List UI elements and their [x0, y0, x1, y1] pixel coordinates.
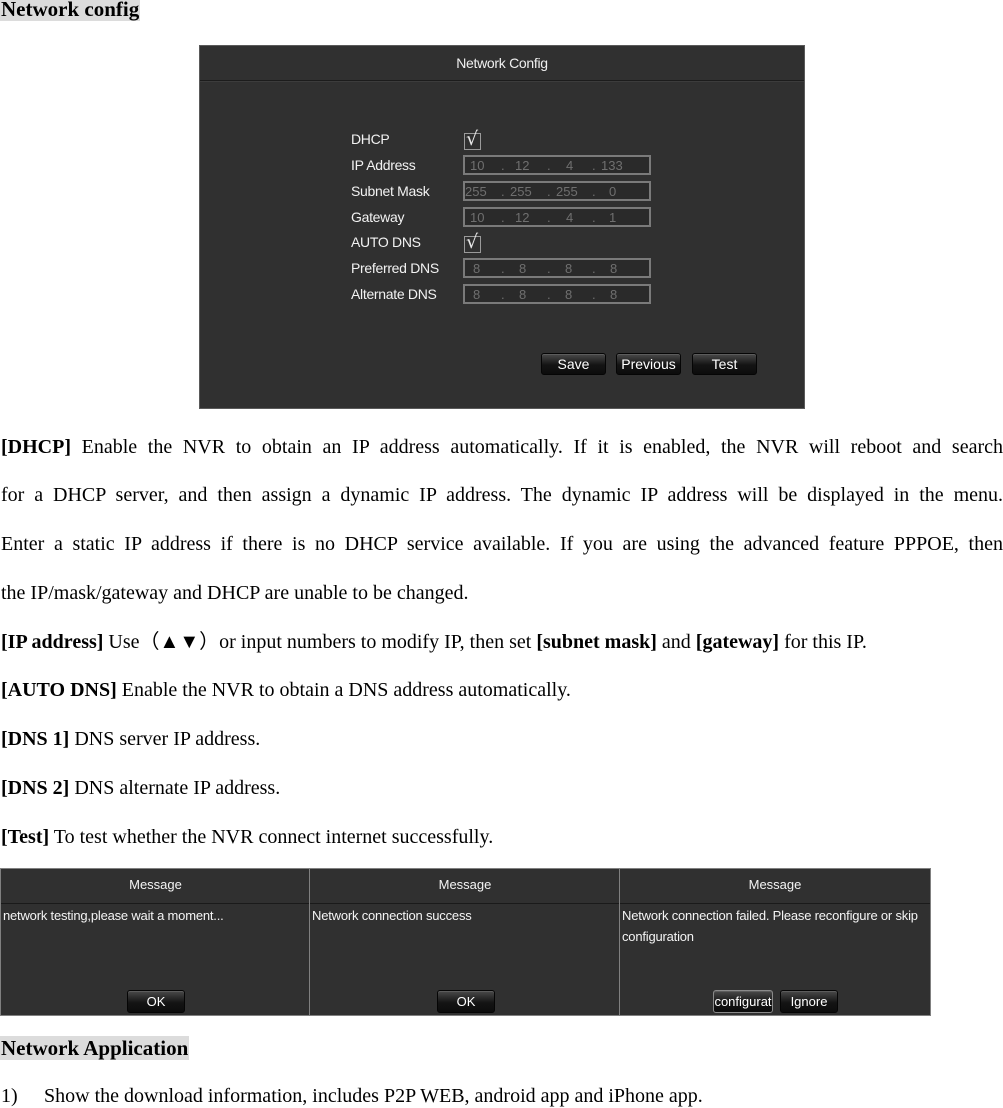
- dns1-octet-2: 8: [519, 261, 527, 276]
- gateway-input[interactable]: 10 . 12 . 4 . 1: [463, 207, 651, 227]
- separator: .: [501, 184, 505, 199]
- auto-dns-label: AUTO DNS: [351, 234, 421, 250]
- ok-button[interactable]: OK: [127, 990, 185, 1013]
- dhcp-description-line-1: [DHCP] Enable the NVR to obtain an IP ad…: [1, 435, 1003, 459]
- dns1-description: [DNS 1] DNS server IP address.: [1, 727, 260, 751]
- separator: .: [592, 210, 596, 225]
- dns1-octet-3: 8: [565, 261, 573, 276]
- test-button[interactable]: Test: [692, 353, 757, 375]
- message-title: Message: [310, 869, 620, 904]
- configure-button[interactable]: configurat: [713, 990, 773, 1013]
- gw-octet-4: 1: [609, 210, 617, 225]
- separator: .: [592, 261, 596, 276]
- ip-octet-1: 10: [470, 158, 485, 173]
- ok-button[interactable]: OK: [437, 990, 495, 1013]
- gateway-label: Gateway: [351, 209, 405, 225]
- dhcp-label: DHCP: [351, 131, 390, 147]
- message-title: Message: [1, 869, 310, 904]
- checkmark-icon: √: [466, 128, 479, 150]
- ip-octet-2: 12: [515, 158, 530, 173]
- dns1-term: [DNS 1]: [1, 728, 70, 750]
- message-dialog-failed: Message Network connection failed. Pleas…: [619, 868, 931, 1016]
- test-term: [Test]: [1, 826, 50, 848]
- gw-octet-3: 4: [566, 210, 574, 225]
- preferred-dns-input[interactable]: 8 . 8 . 8 . 8: [463, 258, 651, 278]
- list-number: 1): [1, 1085, 18, 1107]
- separator: .: [592, 184, 596, 199]
- subnet-mask-input[interactable]: 255 . 255 . 255 . 0: [463, 181, 651, 201]
- separator: .: [592, 158, 596, 173]
- ip-address-term: [IP address]: [1, 631, 104, 653]
- message-text: network testing,please wait a moment...: [3, 908, 224, 923]
- list-text: Show the download information, includes …: [44, 1085, 703, 1107]
- auto-dns-term: [AUTO DNS]: [1, 679, 117, 701]
- ignore-button[interactable]: Ignore: [780, 990, 838, 1013]
- network-config-dialog: Network Config DHCP √ IP Address 10 . 12…: [199, 45, 805, 409]
- gw-octet-2: 12: [515, 210, 530, 225]
- ip-address-description: [IP address] Use（▲▼）or input numbers to …: [1, 630, 867, 654]
- description-text: Enable the NVR to obtain a DNS address a…: [116, 679, 571, 701]
- dns2-term: [DNS 2]: [1, 777, 70, 799]
- gw-octet-1: 10: [470, 210, 485, 225]
- message-text: Network connection failed. Please reconf…: [622, 908, 918, 944]
- ip-address-label: IP Address: [351, 157, 416, 173]
- dns2-description: [DNS 2] DNS alternate IP address.: [1, 776, 280, 800]
- dns2-octet-3: 8: [565, 287, 573, 302]
- save-button[interactable]: Save: [541, 353, 606, 375]
- test-description: [Test] To test whether the NVR connect i…: [1, 825, 493, 849]
- dns2-octet-4: 8: [610, 287, 618, 302]
- message-dialog-success: Message Network connection success OK: [309, 868, 621, 1016]
- mask-octet-4: 0: [609, 184, 617, 199]
- description-text: and: [656, 631, 696, 653]
- separator: .: [501, 158, 505, 173]
- alternate-dns-label: Alternate DNS: [351, 286, 437, 302]
- dhcp-term: [DHCP]: [1, 436, 71, 458]
- description-text: DNS server IP address.: [69, 728, 261, 750]
- section-heading-network-application: Network Application: [0, 1036, 190, 1060]
- list-item: 1) Show the download information, includ…: [1, 1084, 703, 1108]
- dns2-octet-1: 8: [473, 287, 481, 302]
- dhcp-description-line-4: the IP/mask/gateway and DHCP are unable …: [1, 582, 469, 604]
- dns2-octet-2: 8: [519, 287, 527, 302]
- dhcp-description-line-3: Enter a static IP address if there is no…: [1, 533, 1003, 555]
- previous-button[interactable]: Previous: [616, 353, 681, 375]
- separator: .: [592, 287, 596, 302]
- checkmark-icon: √: [466, 231, 479, 253]
- subnet-mask-label: Subnet Mask: [351, 183, 430, 199]
- separator: .: [547, 184, 551, 199]
- ip-octet-3: 4: [566, 158, 574, 173]
- description-text: for this IP.: [779, 631, 867, 653]
- dns1-octet-4: 8: [610, 261, 618, 276]
- dialog-title: Network Config: [200, 46, 804, 81]
- section-heading-network-config: Network config: [0, 0, 141, 21]
- subnet-mask-term: [subnet mask]: [536, 631, 657, 653]
- separator: .: [547, 287, 551, 302]
- mask-octet-2: 255: [510, 184, 532, 199]
- description-text: Use（▲▼）or input numbers to modify IP, th…: [103, 631, 537, 653]
- auto-dns-description: [AUTO DNS] Enable the NVR to obtain a DN…: [1, 678, 571, 702]
- preferred-dns-label: Preferred DNS: [351, 260, 439, 276]
- dns1-octet-1: 8: [473, 261, 481, 276]
- message-title: Message: [620, 869, 930, 904]
- mask-octet-1: 255: [465, 184, 487, 199]
- message-dialog-testing: Message network testing,please wait a mo…: [0, 868, 311, 1016]
- alternate-dns-input[interactable]: 8 . 8 . 8 . 8: [463, 284, 651, 304]
- mask-octet-3: 255: [556, 184, 578, 199]
- ip-octet-4: 133: [601, 158, 623, 173]
- description-text: DNS alternate IP address.: [69, 777, 281, 799]
- gateway-term: [gateway]: [695, 631, 780, 653]
- separator: .: [547, 261, 551, 276]
- separator: .: [547, 158, 551, 173]
- dhcp-description-line-2: for a DHCP server, and then assign a dyn…: [1, 484, 1003, 506]
- auto-dns-checkbox[interactable]: √: [464, 231, 481, 253]
- description-text: Enable the NVR to obtain an IP address a…: [70, 436, 1003, 458]
- separator: .: [547, 210, 551, 225]
- ip-address-input[interactable]: 10 . 12 . 4 . 133: [463, 155, 651, 175]
- dhcp-checkbox[interactable]: √: [464, 128, 481, 150]
- separator: .: [501, 287, 505, 302]
- message-text: Network connection success: [312, 908, 472, 923]
- separator: .: [501, 261, 505, 276]
- separator: .: [501, 210, 505, 225]
- description-text: To test whether the NVR connect internet…: [49, 826, 494, 848]
